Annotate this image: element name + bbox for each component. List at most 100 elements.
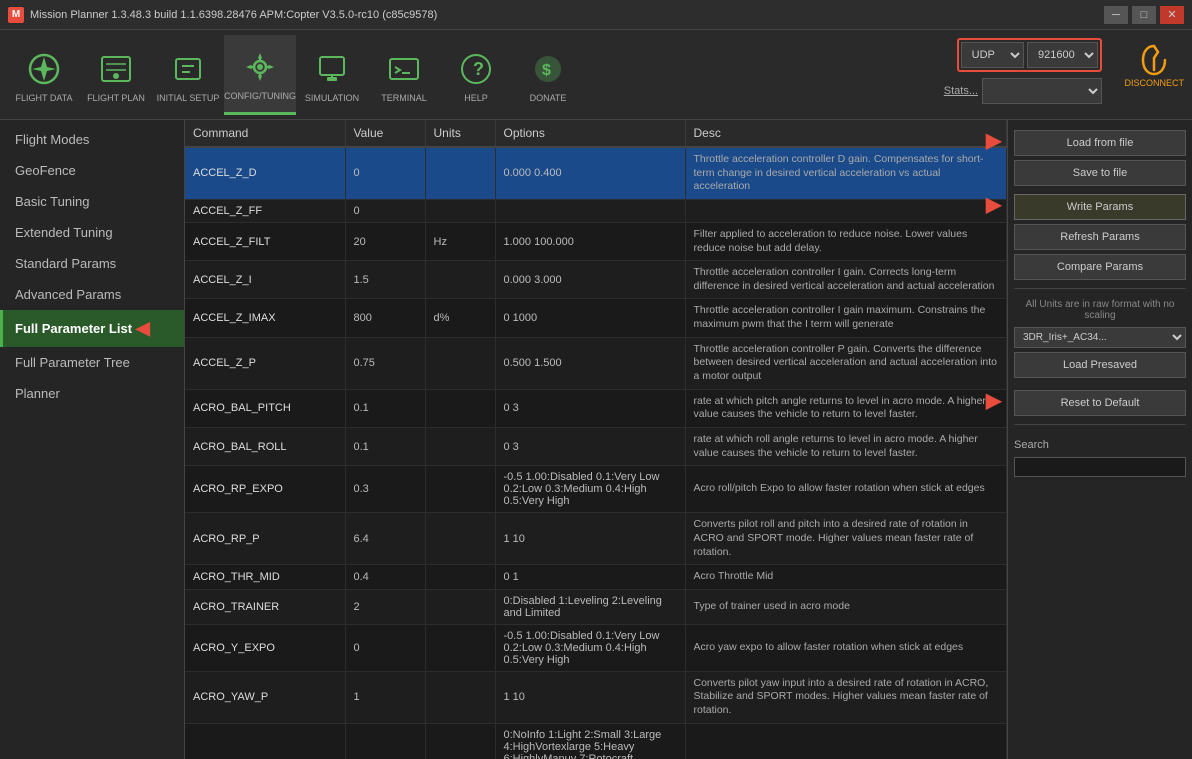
load-presaved-button[interactable]: Load Presaved (1014, 352, 1186, 378)
param-options-cell (495, 199, 685, 222)
param-value-cell[interactable]: 0.1 (345, 427, 425, 465)
param-options-cell: 0 3 (495, 427, 685, 465)
load-from-file-button[interactable]: Load from file (1014, 130, 1186, 156)
param-name-cell: ACRO_TRAINER (185, 589, 345, 624)
param-table-container[interactable]: Command Value Units Options Desc ACCEL_Z… (185, 120, 1007, 759)
sidebar-item-full-param-tree[interactable]: Full Parameter Tree (0, 347, 184, 378)
sidebar-item-basic-tuning[interactable]: Basic Tuning (0, 186, 184, 217)
param-name-cell: ACRO_BAL_ROLL (185, 427, 345, 465)
table-row[interactable]: ACCEL_Z_I 1.5 0.000 3.000 Throttle accel… (185, 261, 1007, 299)
disconnect-button[interactable]: DISCONNECT (1124, 42, 1184, 88)
table-row[interactable]: ACCEL_Z_D 0 0.000 0.400 Throttle acceler… (185, 147, 1007, 199)
param-value-cell[interactable]: 6.4 (345, 513, 425, 565)
maximize-button[interactable]: □ (1132, 6, 1156, 24)
sidebar-item-flight-modes[interactable]: Flight Modes (0, 124, 184, 155)
sidebar-item-planner[interactable]: Planner (0, 378, 184, 409)
param-value-cell[interactable]: 20 (345, 222, 425, 260)
minimize-button[interactable]: ─ (1104, 6, 1128, 24)
param-name-cell: ACCEL_Z_IMAX (185, 299, 345, 337)
param-units-cell (425, 513, 495, 565)
reset-to-default-button[interactable]: Reset to Default (1014, 390, 1186, 416)
param-value-cell[interactable]: 800 (345, 299, 425, 337)
param-name-cell: ACCEL_Z_FF (185, 199, 345, 222)
param-value-cell[interactable]: 0 (345, 147, 425, 199)
simulation-icon (310, 47, 354, 91)
table-row[interactable]: ACRO_RP_EXPO 0.3 -0.5 1.00:Disabled 0.1:… (185, 466, 1007, 513)
param-value-cell[interactable]: 1.5 (345, 261, 425, 299)
toolbar-simulation[interactable]: SIMULATION (296, 35, 368, 115)
table-row[interactable]: ACRO_BAL_ROLL 0.1 0 3 rate at which roll… (185, 427, 1007, 465)
stats-link[interactable]: Stats... (944, 85, 978, 97)
param-desc-cell: Acro Throttle Mid (685, 565, 1007, 590)
toolbar-donate[interactable]: $ DONATE (512, 35, 584, 115)
table-row[interactable]: ACCEL_Z_FILT 20 Hz 1.000 100.000 Filter … (185, 222, 1007, 260)
sidebar-item-standard-params[interactable]: Standard Params (0, 248, 184, 279)
toolbar-flight-data[interactable]: FLIGHT DATA (8, 35, 80, 115)
param-value-cell[interactable]: 2 (345, 589, 425, 624)
param-desc-cell: rate at which pitch angle returns to lev… (685, 389, 1007, 427)
toolbar-initial-setup[interactable]: INITIAL SETUP (152, 35, 224, 115)
svg-text:$: $ (542, 62, 551, 79)
param-value-cell[interactable]: 0 (345, 199, 425, 222)
search-input[interactable] (1014, 457, 1186, 477)
param-name-cell: ACRO_THR_MID (185, 565, 345, 590)
param-name-cell: ACRO_BAL_PITCH (185, 389, 345, 427)
window-title: Mission Planner 1.3.48.3 build 1.1.6398.… (30, 9, 1104, 21)
connection-type-select[interactable]: UDPTCPSerial (961, 42, 1024, 68)
param-name-cell: ACRO_YAW_P (185, 671, 345, 723)
terminal-icon (382, 47, 426, 91)
param-value-cell[interactable]: 0 (345, 624, 425, 671)
param-value-cell[interactable]: 0.1 (345, 389, 425, 427)
param-options-cell: 1 10 (495, 671, 685, 723)
param-units-cell (425, 624, 495, 671)
arrow-reset-default: ▶ (986, 388, 1001, 413)
table-row[interactable]: ACRO_Y_EXPO 0 -0.5 1.00:Disabled 0.1:Ver… (185, 624, 1007, 671)
stats-select[interactable] (982, 78, 1102, 104)
table-row[interactable]: ACRO_YAW_P 1 1 10 Converts pilot yaw inp… (185, 671, 1007, 723)
param-value-cell[interactable]: 0.75 (345, 337, 425, 389)
connection-controls: UDPTCPSerial 92160011520057600 Stats... (944, 38, 1102, 104)
param-desc-cell: Converts pilot yaw input into a desired … (685, 671, 1007, 723)
param-name-cell: ACCEL_Z_D (185, 147, 345, 199)
param-value-cell[interactable]: 0.4 (345, 565, 425, 590)
table-row[interactable]: ACRO_RP_P 6.4 1 10 Converts pilot roll a… (185, 513, 1007, 565)
param-value-cell[interactable]: 0.3 (345, 466, 425, 513)
divider-1 (1014, 288, 1186, 289)
sidebar-item-full-param-list[interactable]: Full Parameter List ◀ (0, 310, 184, 347)
table-row[interactable]: 0:NoInfo 1:Light 2:Small 3:Large 4:HighV… (185, 723, 1007, 759)
toolbar-help[interactable]: ? HELP (440, 35, 512, 115)
compare-params-button[interactable]: Compare Params (1014, 254, 1186, 280)
param-value-cell[interactable]: 1 (345, 671, 425, 723)
param-name-cell: ACCEL_Z_I (185, 261, 345, 299)
toolbar-terminal[interactable]: TERMINAL (368, 35, 440, 115)
close-button[interactable]: ✕ (1160, 6, 1184, 24)
param-units-cell (425, 589, 495, 624)
save-to-file-button[interactable]: Save to file (1014, 160, 1186, 186)
table-row[interactable]: ACRO_TRAINER 2 0:Disabled 1:Leveling 2:L… (185, 589, 1007, 624)
col-header-desc: Desc (685, 120, 1007, 147)
vehicle-select[interactable]: 3DR_Iris+_AC34... (1014, 327, 1186, 348)
table-row[interactable]: ACCEL_Z_P 0.75 0.500 1.500 Throttle acce… (185, 337, 1007, 389)
baud-rate-select[interactable]: 92160011520057600 (1027, 42, 1098, 68)
window-controls: ─ □ ✕ (1104, 6, 1184, 24)
config-tuning-icon (238, 45, 282, 89)
main-layout: Flight Modes GeoFence Basic Tuning Exten… (0, 120, 1192, 759)
param-desc-cell: Throttle acceleration controller D gain.… (685, 147, 1007, 199)
donate-label: DONATE (530, 93, 567, 103)
table-row[interactable]: ACRO_THR_MID 0.4 0 1 Acro Throttle Mid (185, 565, 1007, 590)
table-row[interactable]: ACRO_BAL_PITCH 0.1 0 3 rate at which pit… (185, 389, 1007, 427)
table-row[interactable]: ACCEL_Z_IMAX 800 d% 0 1000 Throttle acce… (185, 299, 1007, 337)
search-label: Search (1014, 439, 1186, 451)
svg-text:?: ? (473, 59, 484, 79)
param-value-cell[interactable] (345, 723, 425, 759)
table-row[interactable]: ACCEL_Z_FF 0 (185, 199, 1007, 222)
sidebar-item-extended-tuning[interactable]: Extended Tuning (0, 217, 184, 248)
toolbar-config-tuning[interactable]: CONFIG/TUNING (224, 35, 296, 115)
flight-data-label: FLIGHT DATA (15, 93, 72, 103)
refresh-params-button[interactable]: Refresh Params (1014, 224, 1186, 250)
write-params-button[interactable]: Write Params (1014, 194, 1186, 220)
toolbar-flight-plan[interactable]: FLIGHT PLAN (80, 35, 152, 115)
sidebar-item-geofence[interactable]: GeoFence (0, 155, 184, 186)
flight-plan-label: FLIGHT PLAN (87, 93, 145, 103)
sidebar-item-advanced-params[interactable]: Advanced Params (0, 279, 184, 310)
